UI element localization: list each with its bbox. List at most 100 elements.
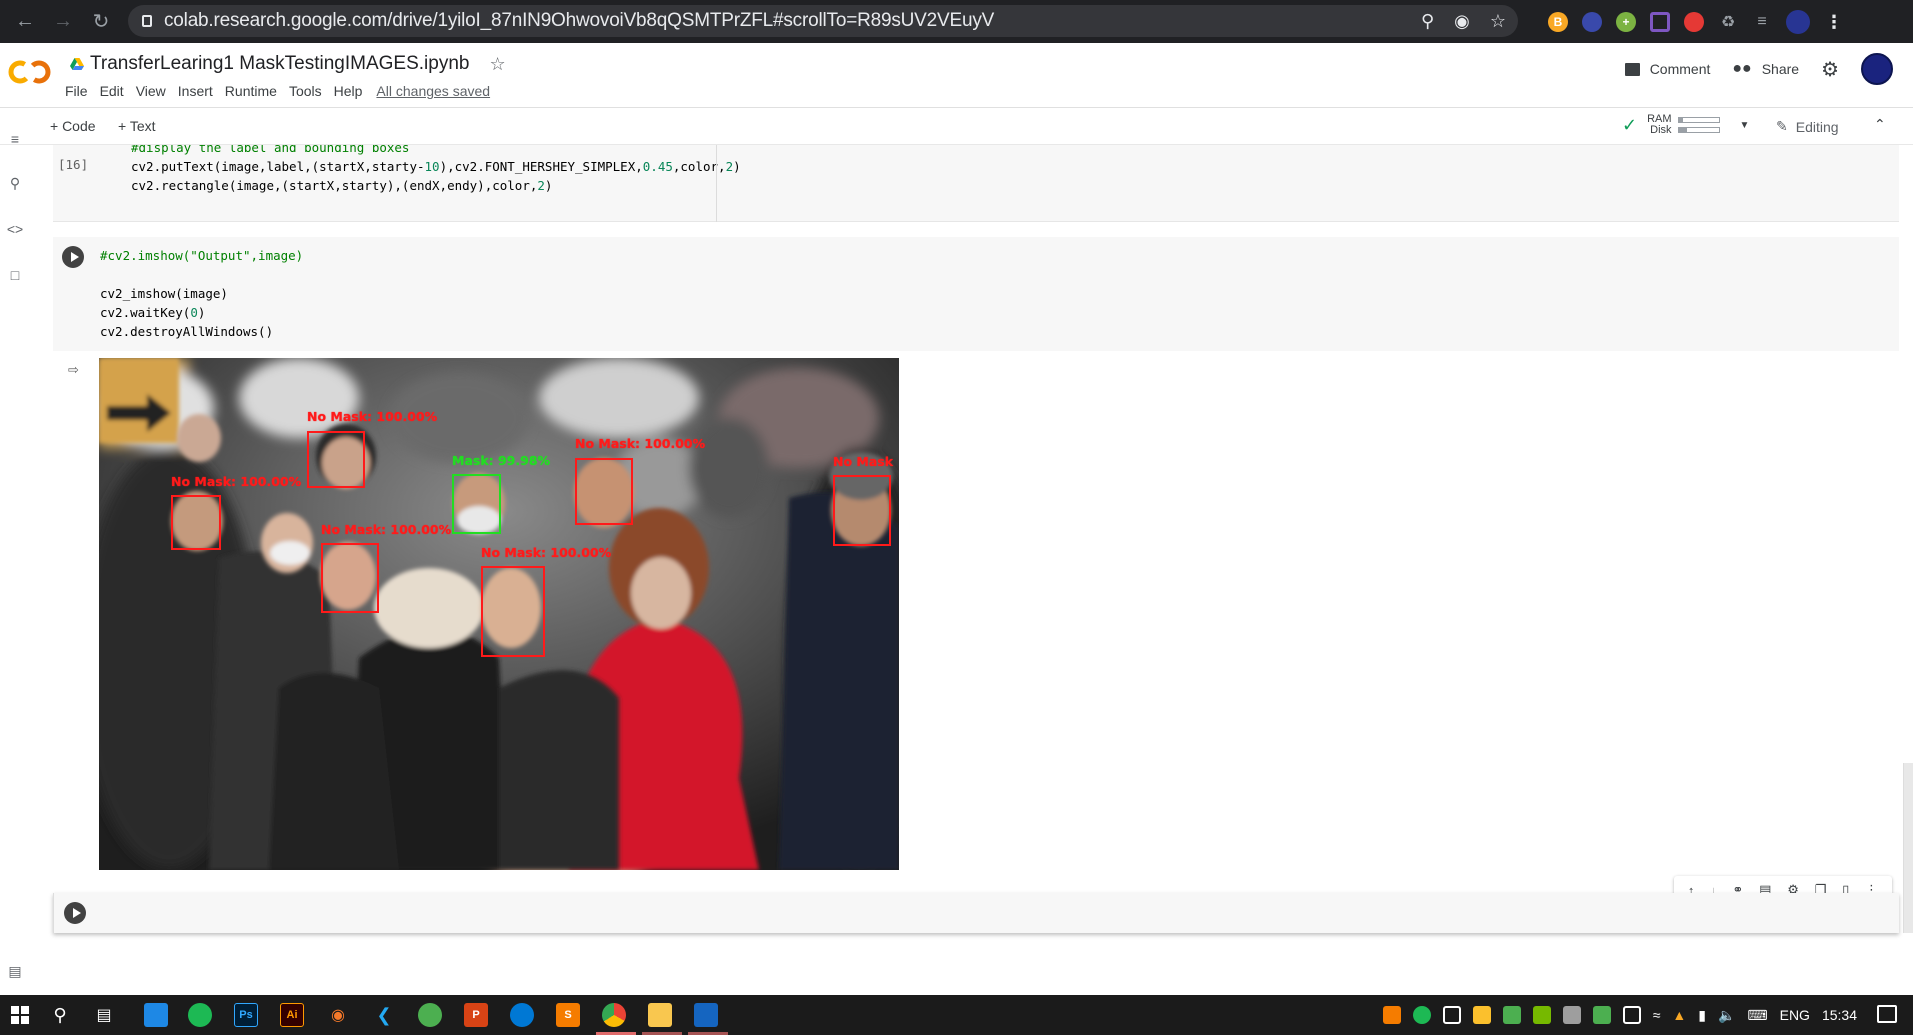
notebook-title[interactable]: TransferLearing1 MaskTestingIMAGES.ipynb (90, 53, 469, 75)
code-snippets-icon[interactable]: <> (6, 220, 24, 238)
menu-file[interactable]: File (65, 83, 88, 99)
extension-plus-icon[interactable]: + (1616, 12, 1636, 32)
editing-mode-button[interactable]: ✎ Editing (1776, 118, 1839, 135)
vscode-icon[interactable]: ❮ (372, 1003, 396, 1027)
app-p-icon[interactable]: P (464, 1003, 488, 1027)
spotify-icon[interactable] (188, 1003, 212, 1027)
scrollbar[interactable] (1903, 763, 1913, 933)
code-editor[interactable]: #cv2.imshow("Output",image) cv2_imshow(im… (100, 246, 303, 341)
tray-app2-icon[interactable] (1472, 1006, 1491, 1024)
table-of-contents-icon[interactable]: ≡ (6, 130, 24, 148)
star-icon[interactable]: ☆ (489, 54, 505, 75)
address-bar[interactable]: colab.research.google.com/drive/1yiloI_8… (128, 5, 1518, 37)
drive-icon (70, 57, 84, 70)
url-text[interactable]: colab.research.google.com/drive/1yiloI_8… (164, 10, 994, 32)
detection-label: No Mask: 100.00% (171, 474, 302, 489)
menu-insert[interactable]: Insert (178, 83, 213, 99)
bookmark-star-icon[interactable]: ☆ (1490, 11, 1506, 32)
disk-meter (1677, 127, 1720, 133)
profile-icon[interactable] (1786, 10, 1810, 34)
zoom-icon[interactable]: ⚲ (1421, 11, 1434, 32)
add-text-button[interactable]: + Text (118, 118, 156, 134)
photos-icon[interactable] (694, 1003, 718, 1027)
share-button[interactable]: ●● Share (1732, 60, 1799, 78)
detection-box (321, 543, 379, 613)
output-actions-icon[interactable]: ⇨ (68, 362, 84, 378)
detection-box (833, 475, 891, 546)
back-icon[interactable]: ← (12, 9, 38, 35)
wifi-icon[interactable]: ≈ (1653, 1007, 1661, 1023)
tray-drive-icon[interactable] (1562, 1006, 1581, 1024)
tray-check-icon[interactable] (1592, 1006, 1611, 1024)
reload-icon[interactable]: ↻ (88, 9, 114, 35)
people-icon: ●● (1732, 60, 1752, 77)
extension-b-icon[interactable]: B (1548, 12, 1568, 32)
blender-icon[interactable]: ◉ (326, 1003, 350, 1027)
forward-icon[interactable]: → (50, 9, 76, 35)
battery-icon[interactable]: ▮ (1698, 1007, 1706, 1024)
tray-nvidia-icon[interactable] (1532, 1006, 1551, 1024)
resources-dropdown-icon[interactable]: ▼ (1740, 120, 1750, 131)
code-line: cv2.rectangle(image,(startX,starty),(end… (131, 178, 553, 193)
menu-help[interactable]: Help (334, 83, 363, 99)
tray-app-icon[interactable] (1382, 1006, 1401, 1024)
keyboard-icon[interactable]: ⌨ (1747, 1007, 1767, 1024)
file-explorer-icon[interactable] (648, 1003, 672, 1027)
tray-window-icon[interactable] (1622, 1006, 1641, 1024)
collapse-header-icon[interactable]: ⌃ (1874, 116, 1886, 133)
photoshop-icon[interactable]: Ps (234, 1003, 258, 1027)
detection-box (575, 458, 633, 525)
code-line: cv2.putText(image,label,(startX,starty-1… (131, 159, 741, 174)
tray-spotify-icon[interactable] (1412, 1006, 1431, 1024)
warning-icon[interactable]: ▲ (1672, 1007, 1686, 1023)
colab-logo-icon[interactable] (8, 58, 52, 86)
detection-label: Mask: 99.98% (452, 453, 551, 468)
add-code-button[interactable]: + Code (50, 118, 96, 134)
terminal-icon[interactable]: ▤ (6, 962, 24, 980)
menu-tools[interactable]: Tools (289, 83, 322, 99)
tray-camera-icon[interactable] (1442, 1006, 1461, 1024)
sublime-icon[interactable]: S (556, 1003, 580, 1027)
notifications-icon[interactable] (1877, 1005, 1897, 1023)
browser-menu-icon[interactable]: ⋮ (1824, 12, 1844, 32)
volume-icon[interactable]: 🔈 (1718, 1007, 1735, 1024)
illustrator-icon[interactable]: Ai (280, 1003, 304, 1027)
code-cell-16[interactable]: [16] #display the label and bounding box… (53, 145, 1899, 222)
code-line: cv2.waitKey(0) (100, 305, 206, 320)
settings-gear-icon[interactable]: ⚙ (1821, 57, 1839, 82)
extension-face-icon[interactable] (1582, 12, 1602, 32)
app-icon[interactable] (144, 1003, 168, 1027)
resources-indicator[interactable]: ✓ RAM Disk ▼ (1622, 114, 1749, 136)
comment-button[interactable]: Comment (1624, 61, 1711, 77)
windows-start-icon[interactable] (8, 1003, 32, 1027)
clock[interactable]: 15:34 (1822, 1007, 1857, 1023)
run-cell-button[interactable] (62, 246, 84, 268)
pencil-icon: ✎ (1776, 118, 1788, 134)
chrome-icon[interactable] (602, 1003, 626, 1027)
search-taskbar-icon[interactable]: ⚲ (48, 1003, 72, 1027)
extension-shield-icon[interactable] (1684, 12, 1704, 32)
disk-label: Disk (1650, 124, 1672, 136)
app-green-icon[interactable] (418, 1003, 442, 1027)
menu-runtime[interactable]: Runtime (225, 83, 277, 99)
task-view-icon[interactable]: ▤ (92, 1003, 116, 1027)
search-icon[interactable]: ⚲ (6, 174, 24, 192)
save-status[interactable]: All changes saved (376, 83, 490, 99)
tracking-icon[interactable]: ◉ (1454, 11, 1470, 32)
code-line: #display the label and bounding boxes (131, 145, 410, 155)
files-folder-icon[interactable]: □ (6, 266, 24, 284)
language-indicator[interactable]: ENG (1780, 1007, 1810, 1023)
code-editor[interactable]: #display the label and bounding boxes cv2… (131, 145, 741, 195)
extension-square-icon[interactable] (1650, 12, 1670, 32)
empty-code-cell[interactable] (53, 893, 1899, 933)
tray-security-icon[interactable] (1502, 1006, 1521, 1024)
avatar[interactable] (1861, 53, 1893, 85)
comment-label: Comment (1649, 61, 1711, 77)
edge-icon[interactable] (510, 1003, 534, 1027)
menu-view[interactable]: View (136, 83, 166, 99)
run-cell-button[interactable] (64, 902, 86, 924)
code-cell-imshow[interactable]: #cv2.imshow("Output",image) cv2_imshow(im… (53, 237, 1899, 351)
menu-edit[interactable]: Edit (100, 83, 124, 99)
extensions-puzzle-icon[interactable]: ♻ (1718, 12, 1738, 32)
reading-list-icon[interactable]: ≡ (1752, 12, 1772, 32)
